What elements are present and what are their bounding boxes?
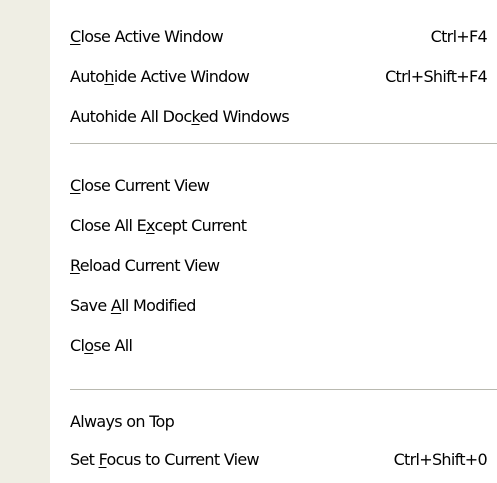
menu-separator (70, 389, 497, 391)
menu-item-autohide-active-window[interactable]: Autohide Active Window Ctrl+Shift+F4 (50, 58, 497, 94)
menu-item-label: Set Focus to Current View (70, 449, 260, 469)
menu-item-label: Autohide Active Window (70, 66, 250, 86)
menu-item-set-focus-to-current-view[interactable]: Set Focus to Current View Ctrl+Shift+0 (50, 441, 497, 477)
menu-item-label: Always on Top (70, 411, 175, 431)
menu-item-reload-current-view[interactable]: Reload Current View (50, 247, 497, 283)
menu-item-close-current-view[interactable]: Close Current View (50, 167, 497, 203)
menu-item-label: Autohide All Docked Windows (70, 106, 290, 126)
menu-item-label: Save All Modified (70, 295, 196, 315)
menu-item-label: Close Active Window (70, 26, 224, 46)
menu-item-shortcut: Ctrl+F4 (430, 26, 488, 46)
menu-item-close-all[interactable]: Close All (50, 327, 497, 363)
menu-item-label: Close All Except Current (70, 215, 247, 235)
menu-item-label: Close All (70, 335, 133, 355)
menu-item-shortcut: Ctrl+Shift+F4 (385, 66, 488, 86)
menu-item-autohide-all-docked-windows[interactable]: Autohide All Docked Windows (50, 98, 497, 134)
menu-item-always-on-top[interactable]: Always on Top (50, 403, 497, 439)
menu-item-label: Reload Current View (70, 255, 220, 275)
menu-separator (70, 143, 497, 145)
menu-item-shortcut: Ctrl+Shift+0 (393, 449, 488, 469)
menu-item-label: Close Current View (70, 175, 210, 195)
window-context-menu: Close Active Window Ctrl+F4 Autohide Act… (0, 0, 497, 483)
menu-icon-gutter (0, 0, 50, 483)
menu-item-close-all-except-current[interactable]: Close All Except Current (50, 207, 497, 243)
menu-item-save-all-modified[interactable]: Save All Modified (50, 287, 497, 323)
menu-item-close-active-window[interactable]: Close Active Window Ctrl+F4 (50, 18, 497, 54)
